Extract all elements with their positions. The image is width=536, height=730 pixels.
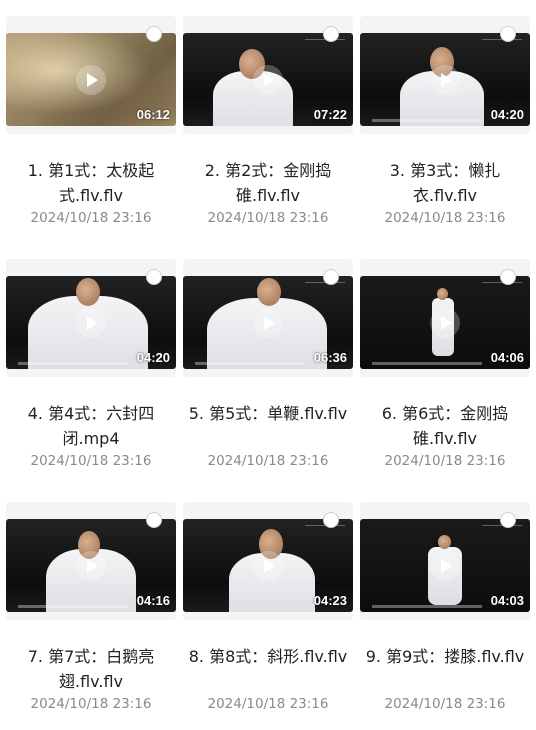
video-thumbnail[interactable]: 04:03 [360, 519, 530, 612]
play-icon[interactable] [253, 307, 283, 338]
select-circle-icon[interactable] [323, 26, 339, 42]
video-date: 2024/10/18 23:16 [207, 696, 329, 712]
video-title[interactable]: 4. 第4式：六封四闭.mp4 [6, 401, 176, 451]
subtitle-strip [372, 362, 482, 365]
subtitle-strip [195, 362, 305, 365]
video-date: 2024/10/18 23:16 [30, 696, 152, 712]
video-title[interactable]: 2. 第2式：金刚捣碓.flv.flv [183, 158, 353, 208]
video-title[interactable]: 3. 第3式：懒扎衣.flv.flv [360, 158, 530, 208]
video-date: 2024/10/18 23:16 [207, 210, 329, 226]
select-circle-icon[interactable] [146, 269, 162, 285]
play-icon[interactable] [253, 550, 283, 581]
video-duration: 04:20 [490, 107, 524, 122]
video-date: 2024/10/18 23:16 [30, 210, 152, 226]
video-title[interactable]: 6. 第6式：金刚捣碓.flv.flv [360, 401, 530, 451]
video-date: 2024/10/18 23:16 [384, 696, 506, 712]
performer-head [438, 535, 451, 549]
channel-logo [482, 282, 522, 295]
channel-logo [482, 525, 522, 538]
video-grid: 06:12 1. 第1式：太极起式.flv.flv 2024/10/18 23:… [0, 0, 536, 730]
select-circle-icon[interactable] [323, 269, 339, 285]
play-icon[interactable] [430, 307, 460, 338]
video-date: 2024/10/18 23:16 [30, 453, 152, 469]
video-duration: 06:36 [313, 350, 347, 365]
video-title[interactable]: 5. 第5式：单鞭.flv.flv [183, 401, 353, 426]
select-circle-icon[interactable] [146, 26, 162, 42]
video-date: 2024/10/18 23:16 [207, 453, 329, 469]
play-icon[interactable] [76, 64, 106, 95]
video-thumbnail[interactable]: 04:16 [6, 519, 176, 612]
video-thumbnail[interactable]: 04:06 [360, 276, 530, 369]
video-title[interactable]: 7. 第7式：白鹅亮翅.flv.flv [6, 644, 176, 694]
video-thumbnail[interactable]: 06:12 [6, 33, 176, 126]
play-icon[interactable] [76, 307, 106, 338]
subtitle-strip [372, 119, 482, 122]
video-duration: 04:06 [490, 350, 524, 365]
video-title[interactable]: 1. 第1式：太极起式.flv.flv [6, 158, 176, 208]
video-thumbnail[interactable]: 06:36 [183, 276, 353, 369]
performer-head [257, 278, 281, 306]
play-icon[interactable] [430, 550, 460, 581]
subtitle-strip [372, 605, 482, 608]
video-thumbnail[interactable]: 04:23 [183, 519, 353, 612]
video-duration: 04:03 [490, 593, 524, 608]
channel-logo [482, 39, 522, 52]
select-circle-icon[interactable] [500, 26, 516, 42]
select-circle-icon[interactable] [500, 269, 516, 285]
video-date: 2024/10/18 23:16 [384, 210, 506, 226]
subtitle-strip [18, 605, 128, 608]
video-title[interactable]: 9. 第9式：搂膝.flv.flv [360, 644, 530, 669]
play-icon[interactable] [430, 64, 460, 95]
channel-logo [305, 525, 345, 538]
performer-head [437, 288, 448, 300]
performer-head [76, 278, 100, 306]
video-duration: 04:23 [313, 593, 347, 608]
select-circle-icon[interactable] [146, 512, 162, 528]
video-duration: 07:22 [313, 107, 347, 122]
play-icon[interactable] [253, 64, 283, 95]
channel-logo [305, 39, 345, 52]
video-duration: 04:20 [136, 350, 170, 365]
video-thumbnail[interactable]: 07:22 [183, 33, 353, 126]
play-icon[interactable] [76, 550, 106, 581]
video-title[interactable]: 8. 第8式：斜形.flv.flv [183, 644, 353, 669]
video-thumbnail[interactable]: 04:20 [6, 276, 176, 369]
subtitle-strip [18, 362, 128, 365]
select-circle-icon[interactable] [323, 512, 339, 528]
video-date: 2024/10/18 23:16 [384, 453, 506, 469]
video-duration: 06:12 [136, 107, 170, 122]
channel-logo [305, 282, 345, 295]
video-thumbnail[interactable]: 04:20 [360, 33, 530, 126]
select-circle-icon[interactable] [500, 512, 516, 528]
video-duration: 04:16 [136, 593, 170, 608]
